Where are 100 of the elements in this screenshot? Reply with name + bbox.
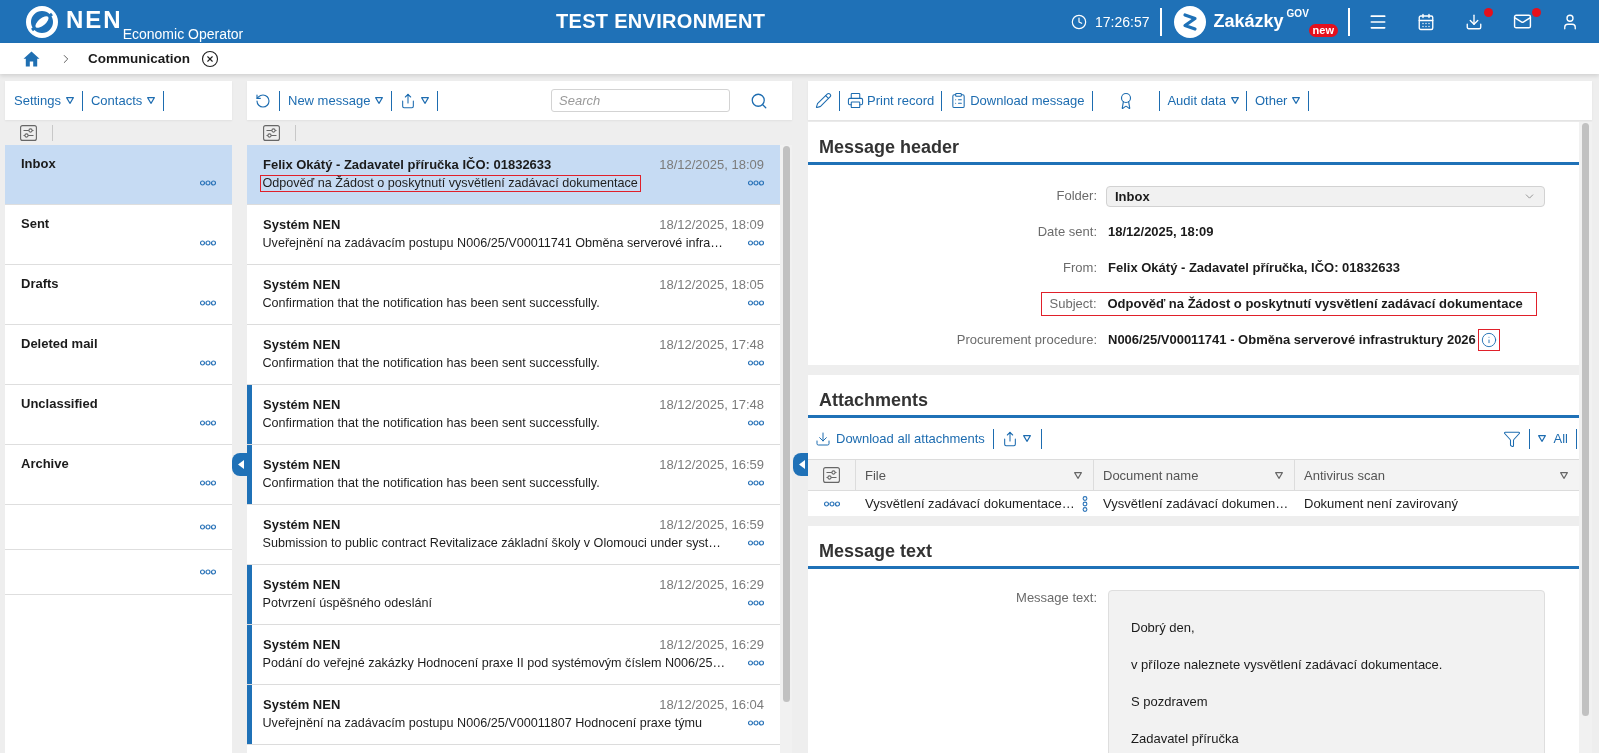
more-icon[interactable] <box>200 524 216 530</box>
message-row[interactable]: Systém NEN 18/12/2025, 16:04 Uveřejnění na zadávacím postupu N006/25/V00011807 Hodnocení praxe týmu <box>247 685 780 745</box>
more-icon[interactable] <box>200 569 216 575</box>
message-subject: Odpověď na Žádost o poskytnutí vysvětlení zadávací dokumentace <box>260 174 641 192</box>
search-icon[interactable] <box>750 91 768 110</box>
table-cell: Dokument není zavirovaný <box>1304 496 1458 511</box>
new-message-button[interactable]: New message <box>288 93 384 108</box>
table-cell: Vysvětlení zadávací dokumen… <box>1103 496 1289 511</box>
ring-logo-icon <box>26 5 58 38</box>
brand-subtitle: Economic Operator <box>122 26 244 42</box>
contacts-button[interactable]: Contacts <box>91 93 156 108</box>
portal-name[interactable]: Zakázky <box>1213 11 1284 32</box>
message-date: 18/12/2025, 16:29 <box>659 576 764 592</box>
field-label: Message text: <box>1016 590 1097 606</box>
clipboard-icon <box>950 92 968 109</box>
message-row[interactable]: Systém NEN 18/12/2025, 16:29 Potvrzení úspěšného odeslání <box>247 565 780 625</box>
more-icon[interactable] <box>200 420 216 426</box>
message-sender: Systém NEN <box>263 276 341 292</box>
sliders-icon[interactable] <box>823 467 840 483</box>
clock-icon <box>1071 13 1088 30</box>
more-icon[interactable] <box>748 240 764 246</box>
message-sender: Felix Okátý - Zadavatel příručka IČO: 01832633 <box>263 156 552 172</box>
brand-name: NEN <box>66 5 123 34</box>
pencil-icon[interactable] <box>815 92 832 109</box>
other-button[interactable]: Other <box>1254 93 1301 108</box>
scrollbar-thumb[interactable] <box>1582 123 1589 716</box>
message-sender: Systém NEN <box>263 336 341 352</box>
search-field[interactable]: Search <box>551 89 730 112</box>
more-icon[interactable] <box>200 360 216 366</box>
caret-icon <box>1292 97 1301 104</box>
message-row[interactable]: Felix Okátý - Zadavatel příručka IČO: 01832633 18/12/2025, 18:09 Odpověď na Žádost o poskytnutí vysvětlení zadávací dokumentace <box>247 145 780 205</box>
download-icon[interactable] <box>1465 12 1483 31</box>
table-cell: Vysvětlení zadávací dokumentace… <box>865 496 1075 511</box>
home-icon[interactable] <box>23 50 40 67</box>
message-row[interactable]: Systém NEN 18/12/2025, 16:59 Confirmation that the notification has been sent successfully. <box>247 445 780 505</box>
message-sender: Systém NEN <box>263 576 341 592</box>
message-date: 18/12/2025, 17:48 <box>659 336 764 352</box>
message-date: 18/12/2025, 18:09 <box>659 216 764 232</box>
message-sender: Systém NEN <box>263 396 341 412</box>
calendar-icon[interactable] <box>1417 12 1435 31</box>
share-icon <box>400 92 417 109</box>
download-message-button[interactable]: Download message <box>950 92 1085 109</box>
sliders-icon[interactable] <box>20 124 37 141</box>
column-header[interactable]: File <box>855 459 1093 491</box>
more-icon[interactable] <box>748 420 764 426</box>
more-icon[interactable] <box>748 660 764 666</box>
more-icon[interactable] <box>748 360 764 366</box>
message-subject: Confirmation that the notification has been sent successfully. <box>261 414 601 432</box>
column-header[interactable]: Document name <box>1093 459 1294 491</box>
scrollbar-thumb[interactable] <box>782 146 790 702</box>
message-subject: Uveřejnění na zadávacím postupu N006/25/V00011807 Hodnocení praxe týmu <box>261 714 703 732</box>
more-icon[interactable] <box>748 540 764 546</box>
column-header[interactable]: Antivirus scan <box>1294 459 1579 491</box>
message-row[interactable]: Systém NEN 18/12/2025, 17:48 Confirmation that the notification has been sent successfully. <box>247 385 780 445</box>
message-subject: Submission to public contract Revitalizace základní školy v Olomouci under syst… <box>261 534 722 552</box>
filter-menu-button[interactable]: All <box>1537 431 1568 446</box>
sliders-icon[interactable] <box>263 124 280 141</box>
share-button[interactable] <box>1001 430 1031 447</box>
field-label: From: <box>1063 260 1097 276</box>
mail-icon[interactable] <box>1512 12 1532 31</box>
kebab-icon[interactable] <box>1082 495 1088 512</box>
more-icon[interactable] <box>748 180 764 186</box>
breadcrumb-current: Communication <box>88 51 190 66</box>
caret-icon <box>1074 471 1082 479</box>
more-icon[interactable] <box>748 480 764 486</box>
more-icon[interactable] <box>200 240 216 246</box>
close-icon[interactable] <box>201 49 219 68</box>
field-label: Procurement procedure: <box>956 332 1097 348</box>
clock-time: 17:26:57 <box>1095 13 1150 30</box>
message-row[interactable]: Systém NEN 18/12/2025, 16:29 Podání do veřejné zakázky Hodnocení praxe II pod systémovým číslem N006/25… <box>247 625 780 685</box>
message-subject: Confirmation that the notification has been sent successfully. <box>261 474 601 492</box>
section-title: Attachments <box>819 389 929 411</box>
refresh-icon[interactable] <box>255 92 271 109</box>
message-subject: Confirmation that the notification has been sent successfully. <box>261 294 601 312</box>
more-icon[interactable] <box>200 300 216 306</box>
section-title: Message header <box>819 136 960 158</box>
message-date: 18/12/2025, 16:29 <box>659 636 764 652</box>
printer-icon <box>847 92 864 109</box>
more-icon[interactable] <box>823 500 840 507</box>
caret-icon <box>375 97 384 104</box>
collapse-handle[interactable] <box>793 453 808 476</box>
caret-icon <box>1230 97 1239 104</box>
collapse-handle[interactable] <box>232 453 247 476</box>
audit-data-button[interactable]: Audit data <box>1167 93 1239 108</box>
more-icon[interactable] <box>748 600 764 606</box>
print-record-button[interactable]: Print record <box>847 92 935 109</box>
portal-superscript: GOV <box>1286 8 1309 19</box>
settings-button[interactable]: Settings <box>14 93 74 108</box>
more-icon[interactable] <box>200 180 216 186</box>
download-all-button[interactable]: Download all attachments <box>815 430 985 447</box>
filter-icon[interactable] <box>1502 429 1521 448</box>
user-icon[interactable] <box>1561 12 1579 31</box>
share-button[interactable] <box>400 92 430 109</box>
triangle-left-icon <box>798 460 805 469</box>
folder-item[interactable]: Inbox <box>5 145 232 205</box>
more-icon[interactable] <box>748 720 764 726</box>
more-icon[interactable] <box>200 480 216 486</box>
folder-select[interactable]: Inbox <box>1106 185 1545 207</box>
more-icon[interactable] <box>748 300 764 306</box>
message-date: 18/12/2025, 16:59 <box>659 456 764 472</box>
